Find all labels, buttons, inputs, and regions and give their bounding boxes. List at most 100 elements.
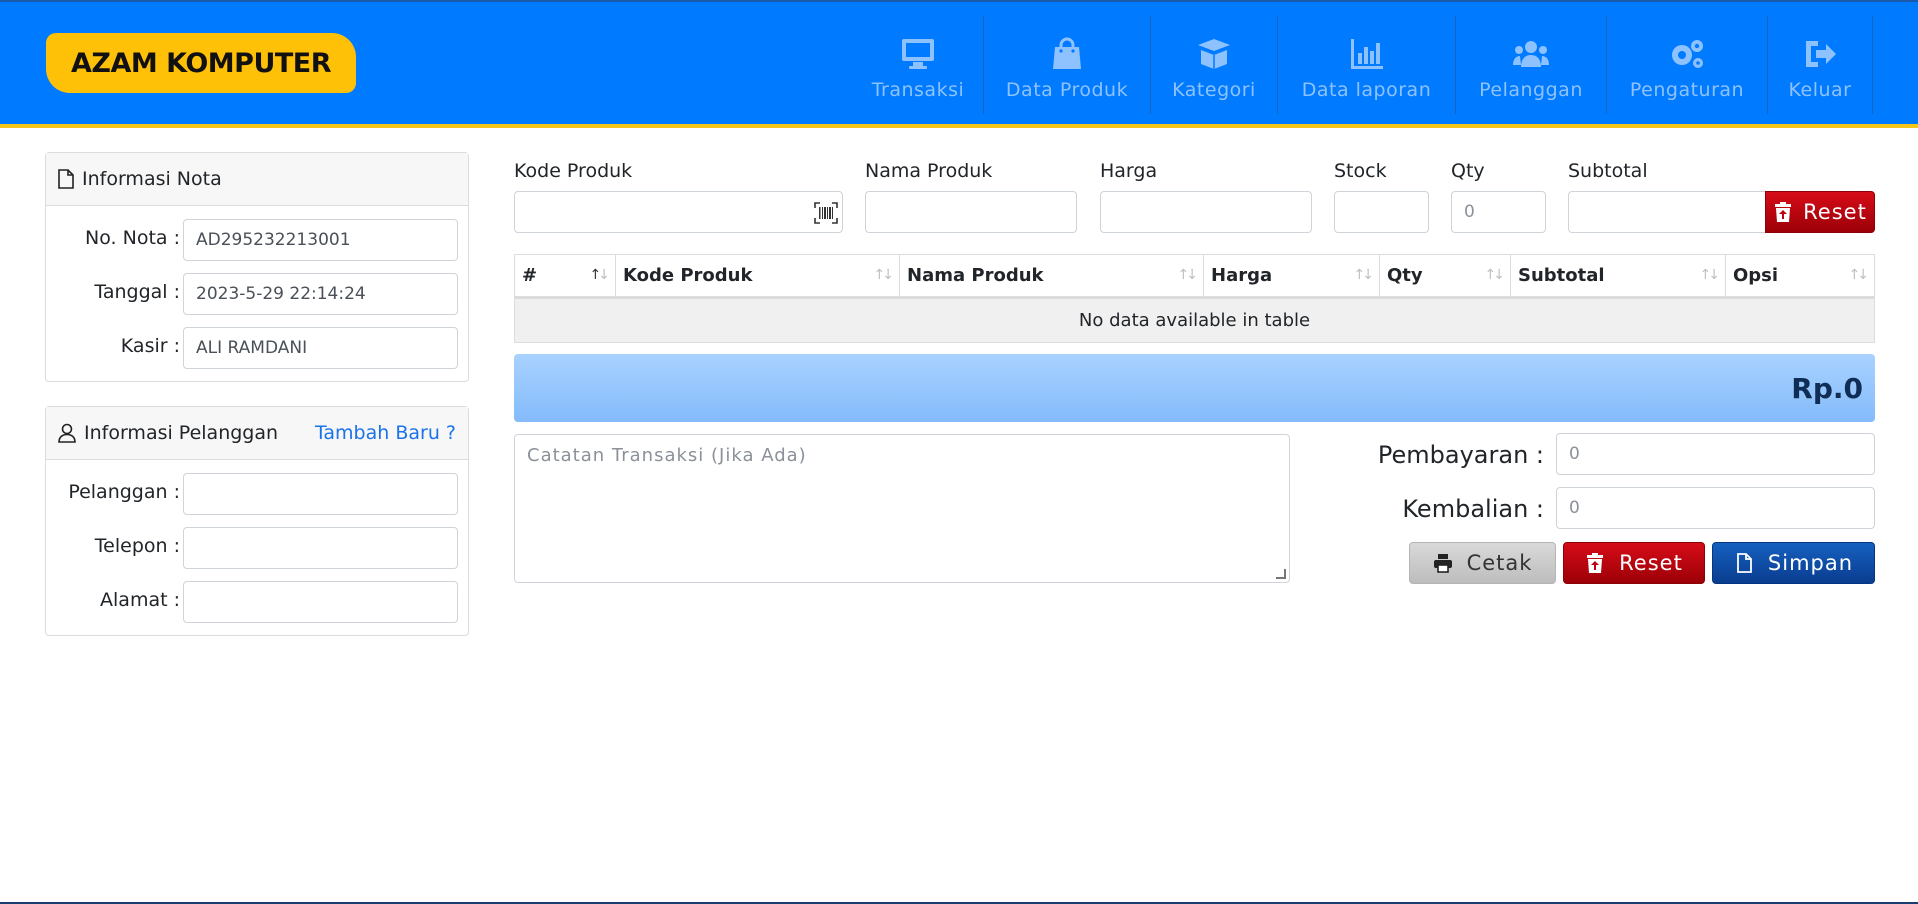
main-nav: Transaksi Data Produk Kategori Data lapo… bbox=[853, 16, 1873, 114]
no-nota-label: No. Nota : bbox=[85, 227, 180, 249]
tanggal-label: Tanggal : bbox=[94, 281, 180, 303]
transaction-notes-textarea[interactable]: Catatan Transaksi (Jika Ada) bbox=[514, 434, 1290, 583]
cetak-label: Cetak bbox=[1466, 551, 1533, 575]
sort-icon: ↑↓ bbox=[1353, 267, 1375, 283]
sort-icon: ↑↓ bbox=[1848, 267, 1870, 283]
nota-panel-header: Informasi Nota bbox=[46, 153, 468, 206]
shopping-bag-icon bbox=[1053, 37, 1081, 69]
sort-asc-icon: ↑↓ bbox=[589, 267, 611, 283]
alamat-label: Alamat : bbox=[100, 589, 180, 611]
col-header-kode-produk[interactable]: Kode Produk ↑↓ bbox=[616, 255, 900, 296]
nota-title: Informasi Nota bbox=[82, 168, 222, 190]
simpan-label: Simpan bbox=[1767, 551, 1854, 575]
kode-produk-input[interactable] bbox=[514, 191, 843, 233]
nav-kategori[interactable]: Kategori bbox=[1151, 16, 1278, 114]
nav-label: Pelanggan bbox=[1479, 79, 1583, 101]
simpan-button[interactable]: Simpan bbox=[1712, 542, 1875, 584]
col-header-label: Harga bbox=[1211, 265, 1273, 286]
kode-produk-label: Kode Produk bbox=[514, 160, 633, 182]
pembayaran-input[interactable]: 0 bbox=[1556, 433, 1875, 475]
pembayaran-label: Pembayaran : bbox=[1377, 441, 1544, 469]
nav-label: Kategori bbox=[1172, 79, 1256, 101]
desktop-icon bbox=[902, 39, 934, 69]
trash-icon bbox=[1775, 202, 1792, 222]
nav-transaksi[interactable]: Transaksi bbox=[853, 16, 984, 114]
kasir-row: Kasir : ALI RAMDANI bbox=[46, 327, 470, 369]
harga-label: Harga bbox=[1100, 160, 1158, 182]
kembalian-input[interactable]: 0 bbox=[1556, 487, 1875, 529]
nav-pengaturan[interactable]: Pengaturan bbox=[1607, 16, 1768, 114]
telepon-label: Telepon : bbox=[94, 535, 180, 557]
pelanggan-panel: Informasi Pelanggan Tambah Baru ? Pelang… bbox=[45, 406, 469, 636]
alamat-input[interactable] bbox=[183, 581, 458, 623]
reset-label: Reset bbox=[1619, 551, 1683, 575]
nav-label: Pengaturan bbox=[1629, 79, 1745, 101]
grand-total-value: Rp.0 bbox=[1791, 371, 1863, 405]
col-header-nama-produk[interactable]: Nama Produk ↑↓ bbox=[900, 255, 1204, 296]
tambah-baru-link[interactable]: Tambah Baru ? bbox=[315, 422, 456, 444]
cart-table-header: # ↑↓ Kode Produk ↑↓ Nama Produk ↑↓ Harga ↑↓ … bbox=[514, 255, 1875, 299]
nama-produk-input[interactable] bbox=[865, 191, 1077, 233]
pelanggan-panel-header: Informasi Pelanggan Tambah Baru ? bbox=[46, 407, 468, 460]
harga-input[interactable] bbox=[1100, 191, 1312, 233]
brand-name: AZAM KOMPUTER bbox=[71, 47, 332, 79]
nav-keluar[interactable]: Keluar bbox=[1768, 16, 1873, 114]
telepon-row: Telepon : bbox=[46, 527, 470, 569]
entry-reset-button[interactable]: Reset bbox=[1765, 191, 1875, 233]
stock-input[interactable] bbox=[1334, 191, 1429, 233]
nama-produk-label: Nama Produk bbox=[865, 160, 993, 182]
subtotal-input[interactable] bbox=[1568, 191, 1766, 233]
pelanggan-label: Pelanggan : bbox=[68, 481, 180, 503]
sort-icon: ↑↓ bbox=[1177, 267, 1199, 283]
tanggal-row: Tanggal : 2023-5-29 22:14:24 bbox=[46, 273, 470, 315]
stock-label: Stock bbox=[1334, 160, 1387, 182]
users-icon bbox=[1513, 41, 1549, 67]
nav-pelanggan[interactable]: Pelanggan bbox=[1456, 16, 1607, 114]
col-header-qty[interactable]: Qty ↑↓ bbox=[1380, 255, 1511, 296]
gears-icon bbox=[1672, 40, 1703, 68]
col-header-number[interactable]: # ↑↓ bbox=[515, 255, 616, 296]
no-nota-field[interactable]: AD295232213001 bbox=[183, 219, 458, 261]
sign-out-icon bbox=[1806, 41, 1836, 67]
telepon-input[interactable] bbox=[183, 527, 458, 569]
box-open-icon bbox=[1198, 39, 1230, 69]
no-nota-row: No. Nota : AD295232213001 bbox=[46, 219, 470, 261]
col-header-label: Nama Produk bbox=[907, 265, 1044, 286]
qty-label: Qty bbox=[1451, 160, 1485, 182]
kasir-field[interactable]: ALI RAMDANI bbox=[183, 327, 458, 369]
kasir-label: Kasir : bbox=[120, 335, 180, 357]
grand-total-bar: Rp.0 bbox=[514, 354, 1875, 422]
col-header-harga[interactable]: Harga ↑↓ bbox=[1204, 255, 1380, 296]
col-header-subtotal[interactable]: Subtotal ↑↓ bbox=[1511, 255, 1726, 296]
col-header-label: Kode Produk bbox=[623, 265, 753, 286]
entry-reset-label: Reset bbox=[1803, 200, 1867, 224]
barcode-icon bbox=[814, 202, 838, 224]
sort-icon: ↑↓ bbox=[873, 267, 895, 283]
bar-chart-icon bbox=[1350, 39, 1383, 69]
col-header-label: Subtotal bbox=[1518, 265, 1605, 286]
trash-icon bbox=[1587, 553, 1604, 573]
cart-table: # ↑↓ Kode Produk ↑↓ Nama Produk ↑↓ Harga ↑↓ … bbox=[514, 254, 1875, 343]
kembalian-label: Kembalian : bbox=[1402, 495, 1544, 523]
notes-placeholder: Catatan Transaksi (Jika Ada) bbox=[527, 445, 807, 466]
pelanggan-input[interactable] bbox=[183, 473, 458, 515]
nav-data-laporan[interactable]: Data laporan bbox=[1278, 16, 1456, 114]
nav-label: Keluar bbox=[1788, 79, 1852, 101]
qty-input[interactable]: 0 bbox=[1451, 191, 1546, 233]
file-icon bbox=[1737, 553, 1752, 573]
nota-panel: Informasi Nota No. Nota : AD295232213001… bbox=[45, 152, 469, 382]
col-header-label: Qty bbox=[1387, 265, 1423, 286]
sort-icon: ↑↓ bbox=[1484, 267, 1506, 283]
cetak-button[interactable]: Cetak bbox=[1409, 542, 1556, 584]
col-header-label: Opsi bbox=[1733, 265, 1779, 286]
print-icon bbox=[1433, 554, 1452, 573]
nav-label: Transaksi bbox=[871, 79, 965, 101]
nav-label: Data laporan bbox=[1301, 79, 1432, 101]
col-header-opsi[interactable]: Opsi ↑↓ bbox=[1726, 255, 1875, 296]
resize-handle-icon[interactable] bbox=[1276, 569, 1286, 579]
brand-logo[interactable]: AZAM KOMPUTER bbox=[46, 33, 356, 93]
reset-button[interactable]: Reset bbox=[1563, 542, 1705, 584]
nav-data-produk[interactable]: Data Produk bbox=[984, 16, 1151, 114]
tanggal-field[interactable]: 2023-5-29 22:14:24 bbox=[183, 273, 458, 315]
nav-label: Data Produk bbox=[1005, 79, 1129, 101]
